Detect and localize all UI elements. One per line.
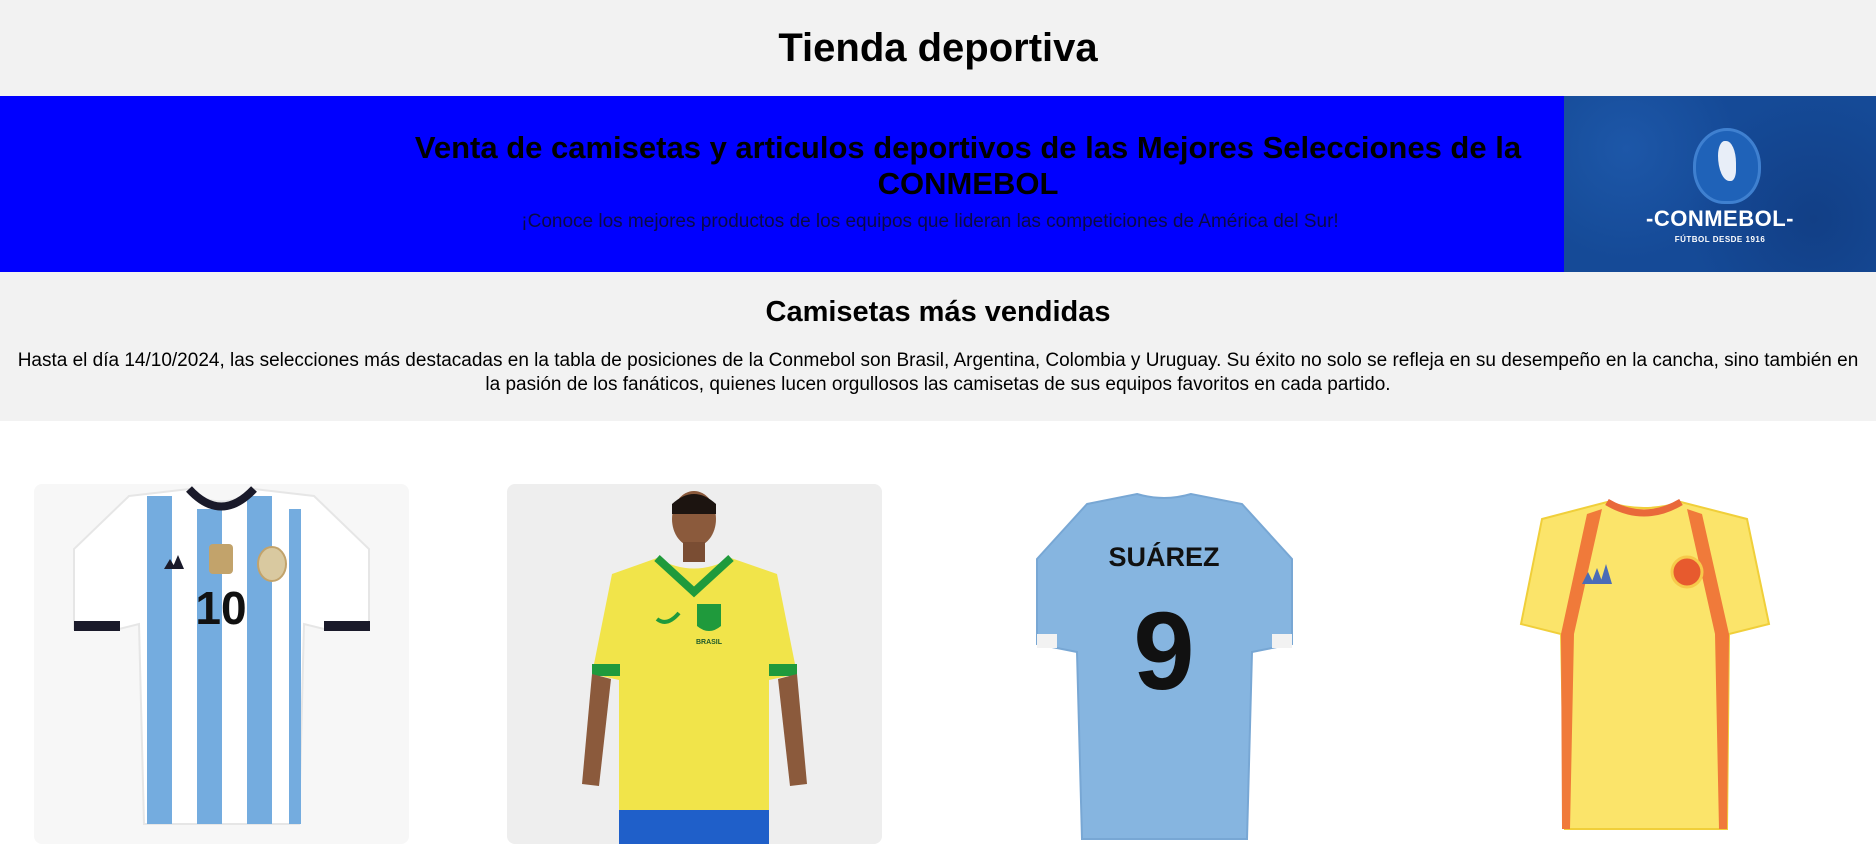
site-header: Tienda deportiva	[0, 0, 1876, 96]
uruguay-jersey-image: SUÁREZ 9	[1036, 492, 1293, 840]
product-gallery: 10 BRASIL SUÁREZ 9	[0, 421, 1876, 847]
jersey-number: 10	[195, 582, 246, 634]
hero-banner: Venta de camisetas y articulos deportivo…	[0, 96, 1876, 272]
logo-wordmark: -CONMEBOL-	[1646, 206, 1794, 231]
argentina-jersey-image: 10	[73, 486, 370, 825]
colombia-crest-icon	[1670, 555, 1704, 589]
product-card-uruguay[interactable]: SUÁREZ 9	[977, 484, 1352, 844]
svg-text:BRASIL: BRASIL	[696, 639, 723, 646]
conmebol-ball-icon	[1693, 128, 1761, 204]
hero-heading: Venta de camisetas y articulos deportivo…	[414, 130, 1522, 201]
player-name: SUÁREZ	[1108, 541, 1219, 572]
product-card-brazil[interactable]: BRASIL	[507, 484, 882, 844]
hero-tagline: ¡Conoce los mejores productos de los equ…	[521, 211, 1339, 232]
conmebol-logo: -CONMEBOL- FÚTBOL DESDE 1916	[1564, 96, 1876, 272]
hero-text: Venta de camisetas y articulos deportivo…	[0, 96, 1564, 272]
jersey-number: 9	[1133, 590, 1194, 713]
product-card-colombia[interactable]	[1457, 484, 1832, 844]
logo-subtitle: FÚTBOL DESDE 1916	[1674, 235, 1766, 244]
best-sellers-section: Camisetas más vendidas Hasta el día 14/1…	[0, 272, 1876, 421]
section-title: Camisetas más vendidas	[765, 296, 1111, 328]
product-card-argentina[interactable]: 10	[34, 484, 409, 844]
section-paragraph: Hasta el día 14/10/2024, las selecciones…	[17, 350, 1859, 395]
page-title: Tienda deportiva	[778, 25, 1098, 70]
brazil-crest-icon	[697, 604, 721, 631]
colombia-jersey-image	[1519, 498, 1771, 830]
brazil-jersey-image: BRASIL	[582, 491, 807, 844]
